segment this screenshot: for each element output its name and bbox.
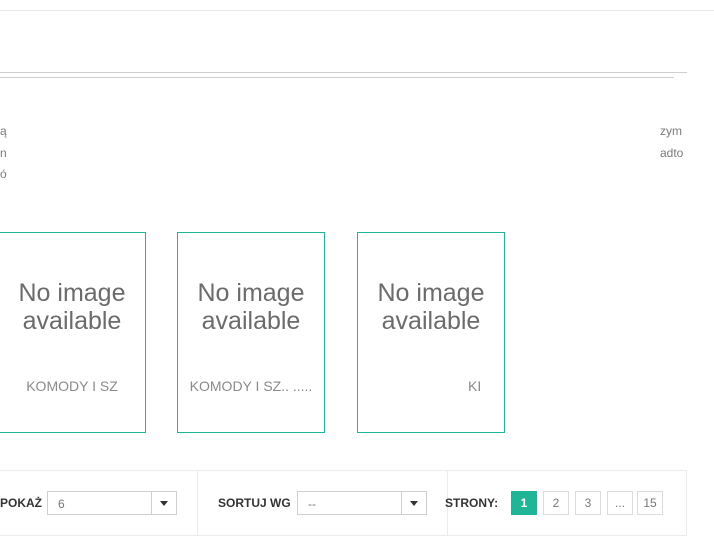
page-button-15[interactable]: 15 (637, 491, 663, 515)
product-card[interactable]: No image available KOMODY I SZ (0, 232, 146, 433)
section-divider-lower (0, 77, 674, 78)
show-count-value: 6 (58, 497, 65, 511)
pages-label: STRONY: (445, 496, 499, 510)
product-name[interactable]: KOMODY I SZ (0, 377, 145, 395)
intro-right-line-2: adto (660, 146, 684, 160)
listing-toolbar: POKAŻ 6 SORTUJ WG -- STRONY: 1 2 3 ... 1… (0, 470, 687, 536)
toolbar-separator (197, 471, 198, 535)
no-image-placeholder: No image available (18, 279, 126, 335)
sort-value: -- (308, 497, 316, 511)
product-name[interactable]: KOMODY I SZ.. ..... (178, 377, 324, 395)
page-button-2[interactable]: 2 (543, 491, 569, 515)
intro-right-line-1: zym (660, 124, 682, 138)
no-image-placeholder: No image available (197, 279, 305, 335)
product-name[interactable]: KI (468, 377, 481, 395)
dropdown-arrow-icon[interactable] (151, 492, 176, 514)
intro-left-line-3: ó (0, 167, 7, 181)
intro-left-line-1: ą (0, 124, 7, 138)
page-button-3[interactable]: 3 (575, 491, 601, 515)
no-image-placeholder: No image available (377, 279, 485, 335)
page-button-1[interactable]: 1 (511, 491, 537, 515)
product-card[interactable]: No image available KI (357, 232, 505, 433)
intro-left-line-2: n (0, 146, 7, 160)
section-divider-upper (0, 72, 687, 73)
top-divider (0, 10, 714, 11)
sort-label: SORTUJ WG (218, 496, 291, 510)
dropdown-arrow-icon[interactable] (401, 492, 426, 514)
show-count-select[interactable]: 6 (47, 491, 177, 515)
page-ellipsis: ... (607, 491, 633, 515)
sort-select[interactable]: -- (297, 491, 427, 515)
show-label: POKAŻ (0, 496, 42, 510)
product-card[interactable]: No image available KOMODY I SZ.. ..... (177, 232, 325, 433)
